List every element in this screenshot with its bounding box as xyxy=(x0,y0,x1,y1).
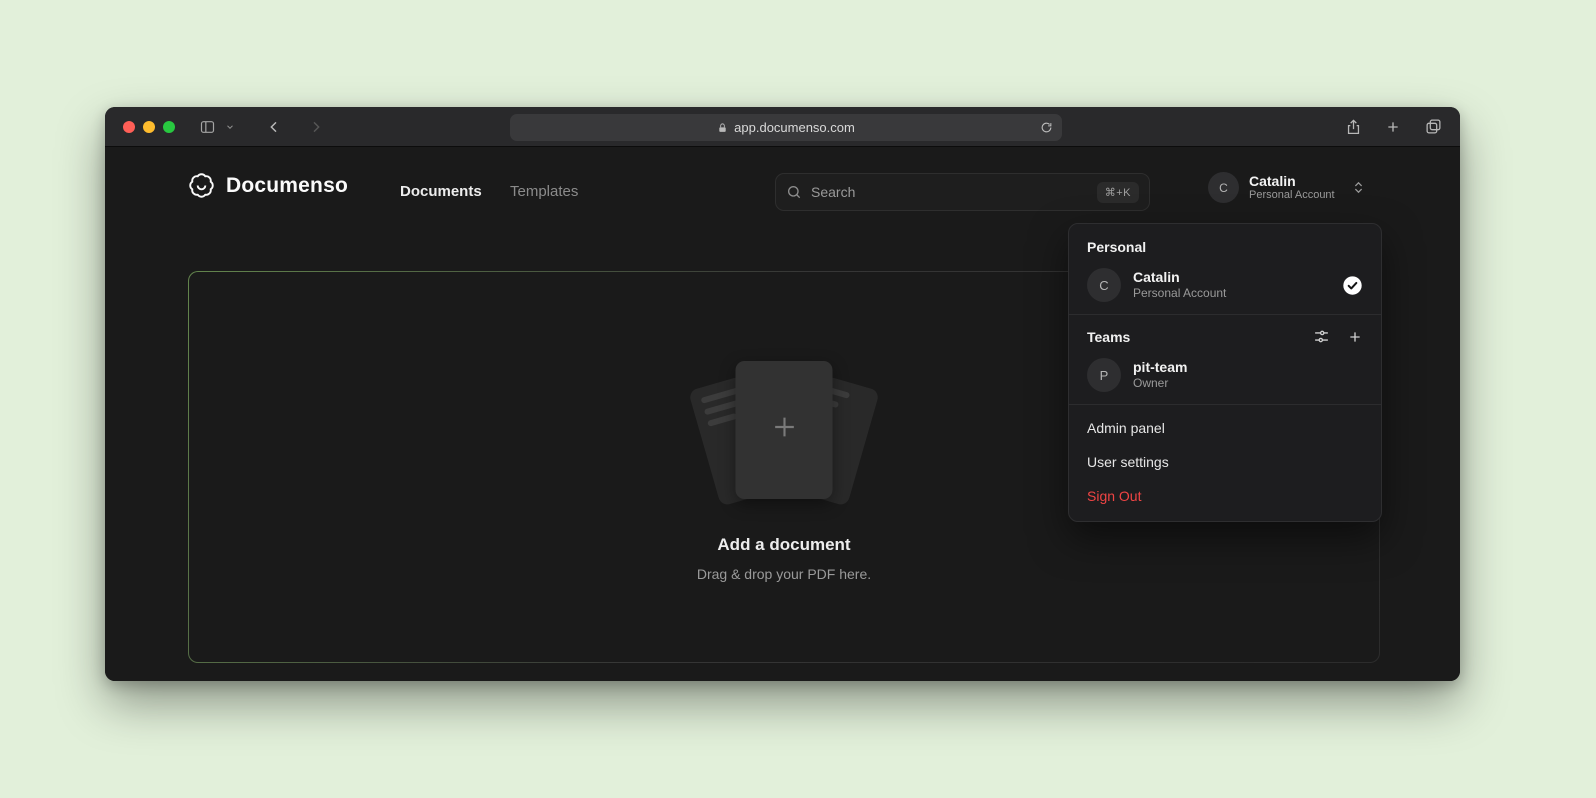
menu-item-personal-account[interactable]: C Catalin Personal Account xyxy=(1077,262,1373,308)
dropzone-subtitle: Drag & drop your PDF here. xyxy=(697,566,871,582)
zoom-window-button[interactable] xyxy=(163,121,175,133)
teams-label: Teams xyxy=(1087,329,1130,345)
personal-account-name: Catalin xyxy=(1133,269,1226,285)
back-icon[interactable] xyxy=(265,119,283,135)
documenso-logo-icon xyxy=(188,172,215,199)
menu-divider xyxy=(1069,314,1381,315)
account-name: Catalin xyxy=(1249,174,1335,188)
reload-icon[interactable] xyxy=(1040,121,1053,134)
plus-icon xyxy=(768,411,800,448)
account-avatar: C xyxy=(1208,172,1239,203)
search-shortcut-badge: ⌘+K xyxy=(1097,182,1139,203)
browser-window: app.documenso.com Documenso Docum xyxy=(105,107,1460,681)
personal-account-avatar: C xyxy=(1087,268,1121,302)
team-role: Owner xyxy=(1133,377,1187,391)
traffic-lights xyxy=(123,121,175,133)
document-cards-illustration xyxy=(669,353,899,511)
search-icon xyxy=(786,184,802,200)
document-card-center xyxy=(736,361,833,499)
lock-icon xyxy=(717,122,728,134)
sidebar-toggle-icon[interactable] xyxy=(197,119,217,135)
search-placeholder: Search xyxy=(811,184,855,200)
tab-overview-icon[interactable] xyxy=(1424,118,1442,135)
menu-divider xyxy=(1069,404,1381,405)
chevron-down-icon[interactable] xyxy=(224,122,235,132)
browser-titlebar: app.documenso.com xyxy=(105,107,1460,147)
manage-teams-icon[interactable] xyxy=(1313,328,1330,345)
nav-documents[interactable]: Documents xyxy=(400,183,482,200)
account-type: Personal Account xyxy=(1249,190,1335,201)
minimize-window-button[interactable] xyxy=(143,121,155,133)
share-icon[interactable] xyxy=(1344,118,1362,136)
search-input[interactable]: Search ⌘+K xyxy=(775,173,1150,211)
personal-account-subtitle: Personal Account xyxy=(1133,287,1226,301)
brand-name: Documenso xyxy=(226,174,348,198)
account-menu-button[interactable]: C Catalin Personal Account xyxy=(1208,172,1366,203)
menu-section-personal: Personal xyxy=(1077,232,1373,262)
add-team-icon[interactable] xyxy=(1347,329,1363,345)
nav-templates[interactable]: Templates xyxy=(510,183,578,200)
brand[interactable]: Documenso xyxy=(188,172,348,199)
dropzone-title: Add a document xyxy=(717,535,850,555)
address-url: app.documenso.com xyxy=(734,120,855,135)
documenso-app-page: Documenso Documents Templates Search ⌘+K… xyxy=(105,148,1460,681)
menu-item-sign-out[interactable]: Sign Out xyxy=(1077,479,1373,513)
address-bar[interactable]: app.documenso.com xyxy=(510,114,1062,141)
close-window-button[interactable] xyxy=(123,121,135,133)
menu-item-admin-panel[interactable]: Admin panel xyxy=(1077,411,1373,445)
new-tab-plus-icon[interactable] xyxy=(1384,119,1402,135)
team-name: pit-team xyxy=(1133,359,1187,375)
chevrons-up-down-icon xyxy=(1351,180,1366,195)
account-dropdown-menu: Personal C Catalin Personal Account Team… xyxy=(1068,223,1382,522)
selected-check-icon xyxy=(1342,275,1363,296)
menu-section-teams: Teams xyxy=(1077,321,1373,352)
menu-item-team-pit-team[interactable]: P pit-team Owner xyxy=(1077,352,1373,398)
team-avatar: P xyxy=(1087,358,1121,392)
menu-item-user-settings[interactable]: User settings xyxy=(1077,445,1373,479)
forward-icon[interactable] xyxy=(307,119,325,135)
